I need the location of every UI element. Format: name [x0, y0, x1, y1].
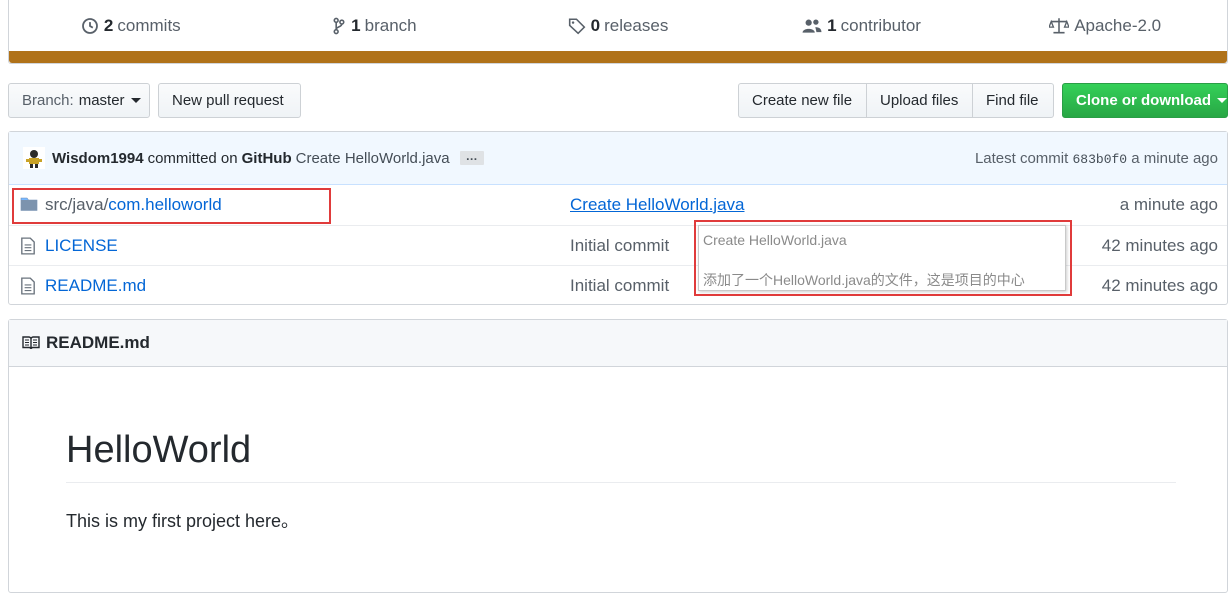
releases-count: 0 [590, 16, 601, 35]
branch-select-button[interactable]: Branch: master [8, 83, 150, 118]
commit-message-tooltip: Create HelloWorld.java 添加了一个HelloWorld.j… [698, 225, 1066, 291]
history-icon [82, 18, 98, 34]
branches-count: 1 [351, 16, 361, 35]
file-commit-message[interactable]: Initial commit [570, 276, 669, 296]
branch-prefix: Branch: [22, 92, 74, 109]
latest-commit-label: Latest commit [974, 149, 1069, 167]
license-label: Apache-2.0 [1074, 16, 1162, 35]
file-age: 42 minutes ago [1101, 276, 1218, 295]
file-age: 42 minutes ago [1101, 236, 1218, 255]
branches-link[interactable]: 1 branch [253, 16, 497, 36]
readme-panel: README.md HelloWorld This is my first pr… [8, 319, 1228, 593]
contributors-link[interactable]: 1 contributor [740, 16, 984, 36]
license-link[interactable]: Apache-2.0 [983, 16, 1227, 36]
create-new-file-button[interactable]: Create new file [738, 83, 867, 118]
branch-name: master [78, 92, 125, 109]
commit-platform: GitHub [241, 149, 292, 167]
commits-link[interactable]: 2 commits [9, 16, 253, 36]
find-file-button[interactable]: Find file [972, 83, 1054, 118]
new-pull-request-button[interactable]: New pull request [158, 83, 301, 118]
book-icon [22, 336, 40, 350]
upload-files-button[interactable]: Upload files [866, 83, 973, 118]
tooltip-description: 添加了一个HelloWorld.java的文件，这是项目的中心 [703, 272, 1025, 288]
caret-down-icon [130, 98, 141, 103]
git-branch-icon [333, 17, 345, 35]
caret-down-icon [1217, 98, 1227, 103]
readme-content: HelloWorld This is my first project here… [66, 424, 1176, 533]
branches-label: branch [364, 16, 417, 35]
commits-count: 2 [103, 16, 114, 35]
file-icon [21, 237, 35, 255]
clone-label: Clone or download [1076, 92, 1211, 109]
file-age: a minute ago [1119, 195, 1218, 214]
contributors-count: 1 [827, 16, 837, 35]
path-prefix: src/java/ [45, 195, 109, 214]
clone-or-download-button[interactable]: Clone or download [1062, 83, 1228, 118]
tooltip-title: Create HelloWorld.java [703, 232, 847, 248]
file-commit-message[interactable]: Initial commit [570, 236, 669, 256]
file-name[interactable]: LICENSE [45, 236, 118, 256]
folder-name: com.helloworld [108, 195, 222, 214]
contributors-label: contributor [840, 16, 921, 35]
file-commit-message[interactable]: Create HelloWorld.java [570, 195, 744, 215]
repo-summary: 2 commits 1 branch 0 releases 1 contribu… [8, 0, 1228, 64]
commit-author[interactable]: Wisdom1994 [52, 150, 144, 167]
readme-heading: HelloWorld [66, 424, 1176, 483]
committed-on-text: committed on [147, 149, 238, 167]
avatar[interactable] [23, 147, 45, 169]
law-icon [1049, 18, 1070, 34]
releases-link[interactable]: 0 releases [496, 16, 740, 36]
latest-commit-age: a minute ago [1131, 149, 1218, 167]
file-row: src/java/com.helloworld Create HelloWorl… [9, 185, 1227, 225]
file-icon [21, 277, 35, 295]
commit-title[interactable]: Create HelloWorld.java [296, 150, 450, 167]
folder-icon [20, 197, 38, 211]
tag-icon [568, 18, 586, 35]
latest-commit-info: Latest commit 683b0f0 a minute ago [975, 150, 1218, 167]
commit-sha[interactable]: 683b0f0 [1072, 152, 1127, 167]
file-toolbar: Branch: master New pull request Create n… [8, 83, 1228, 118]
expand-commit-button[interactable]: … [459, 150, 484, 165]
readme-header: README.md [9, 320, 1227, 367]
file-name[interactable]: README.md [45, 276, 146, 296]
commits-label: commits [117, 16, 181, 35]
people-icon [802, 19, 822, 33]
readme-paragraph: This is my first project here。 [66, 511, 300, 531]
file-name[interactable]: src/java/com.helloworld [45, 195, 222, 215]
readme-filename: README.md [46, 333, 150, 352]
releases-label: releases [604, 16, 669, 35]
commit-tease: Wisdom1994 committed on GitHub Create He… [9, 132, 1227, 185]
language-bar[interactable] [9, 51, 1227, 63]
